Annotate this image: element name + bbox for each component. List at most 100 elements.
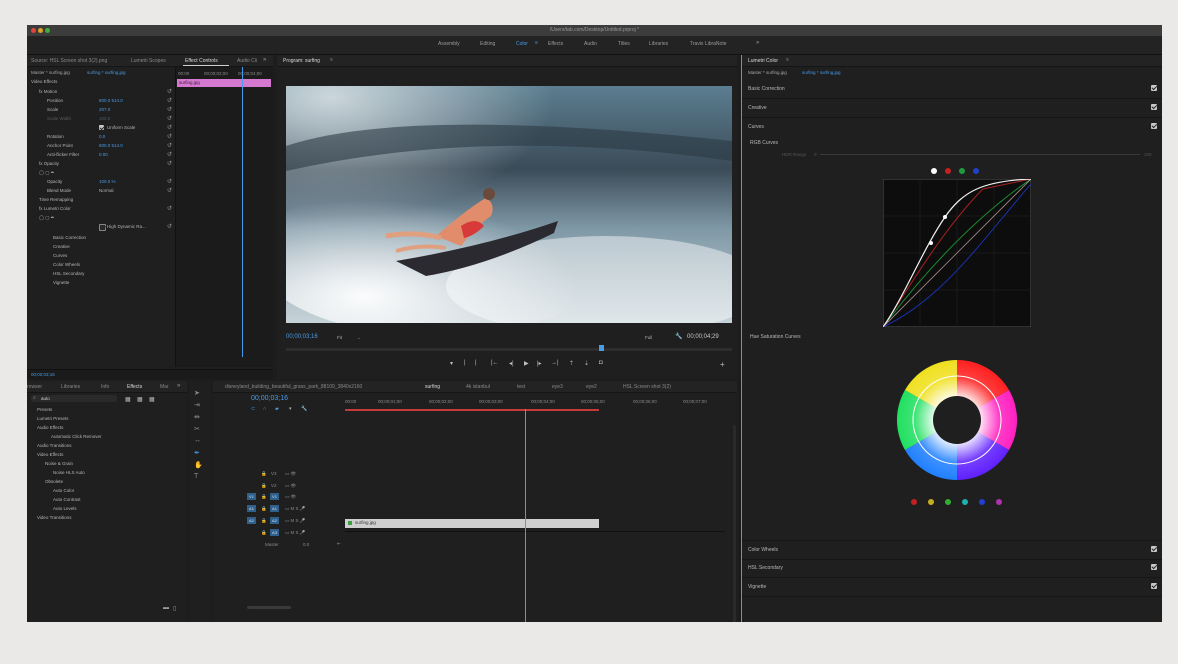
fit-select[interactable]: Fit <box>337 335 342 340</box>
section-basic-correction[interactable]: Basic Correction <box>742 80 1162 99</box>
tree-item[interactable]: Noise HLS Auto <box>53 470 85 475</box>
go-to-in-icon[interactable]: |← <box>491 360 499 366</box>
mask-tools-icon-2[interactable]: ◯ ▢ ✒ <box>39 215 55 221</box>
marker-icon[interactable]: ▾ <box>289 406 292 412</box>
reset-icon[interactable]: ↺ <box>167 142 172 149</box>
breadcrumb-master[interactable]: Master * surfing.jpg <box>31 70 70 75</box>
position-value[interactable]: 800.0 514.0 <box>99 98 123 103</box>
export-frame-icon[interactable]: ◘ <box>599 360 603 366</box>
tree-item[interactable]: Auto Levels <box>53 506 77 511</box>
track-select-tool-icon[interactable]: ⇥ <box>194 401 200 409</box>
track-mute-solo[interactable]: ▭ M S 🎤 <box>285 506 305 512</box>
tab-markers[interactable]: Mar <box>160 384 169 390</box>
program-video-frame[interactable] <box>286 86 732 323</box>
section-creative[interactable]: Creative <box>742 99 1162 118</box>
mask-tools-icon[interactable]: ◯ ▢ ✒ <box>39 170 55 176</box>
new-bin-icon[interactable]: ▦ <box>125 396 131 403</box>
reset-icon[interactable]: ↺ <box>167 124 172 131</box>
ec-color-wheels[interactable]: Color Wheels <box>53 262 80 267</box>
hand-tool-icon[interactable]: ✋ <box>194 461 203 469</box>
opacity-value[interactable]: 100.0 % <box>99 179 116 184</box>
workspace-audio[interactable]: Audio <box>584 41 597 47</box>
hdr-range-slider[interactable] <box>820 154 1140 155</box>
ec-curves[interactable]: Curves <box>53 253 67 258</box>
track-mute-solo[interactable]: ▭ M S 🎤 <box>285 518 305 524</box>
channel-green-dot[interactable] <box>959 168 965 174</box>
yuv-icon[interactable]: ▦ <box>149 396 155 403</box>
ec-basic-correction[interactable]: Basic Correction <box>53 235 86 240</box>
delete-icon[interactable]: ▯ <box>173 605 176 612</box>
vertical-scrollbar[interactable] <box>733 425 736 622</box>
workspace-overflow-icon[interactable]: » <box>756 40 759 46</box>
workspace-editing[interactable]: Editing <box>480 41 495 47</box>
section-hsl-secondary[interactable]: HSL Secondary <box>742 559 1162 578</box>
tree-item[interactable]: Video Transitions <box>37 515 71 520</box>
new-folder-icon[interactable]: ▬ <box>163 605 169 611</box>
ec-timecode[interactable]: 00;00;03;16 <box>31 372 55 377</box>
rgb-curves-label[interactable]: RGB Curves <box>750 140 778 146</box>
track-mute-solo[interactable]: ▭ M S 🎤 <box>285 530 305 536</box>
tree-item[interactable]: Video Effects <box>37 452 63 457</box>
hue-saturation-wheel[interactable] <box>882 345 1032 495</box>
track-lock-icon[interactable]: 🔒 <box>261 530 267 536</box>
tab-sequence-eye3[interactable]: eye3 <box>552 384 563 390</box>
ec-vignette[interactable]: Vignette <box>53 280 69 285</box>
reset-icon[interactable]: ↺ <box>167 205 172 212</box>
tab-libraries[interactable]: Libraries <box>61 384 80 390</box>
track-a3-label[interactable]: A3 <box>270 529 279 536</box>
ripple-edit-tool-icon[interactable]: ⇹ <box>194 413 200 421</box>
snap-icon[interactable]: ⊂ <box>251 406 255 412</box>
tree-item[interactable]: Auto Contrast <box>53 497 81 502</box>
tab-program[interactable]: Program: surfing <box>283 58 320 64</box>
reset-icon[interactable]: ↺ <box>167 178 172 185</box>
tree-item[interactable]: Noise & Grain <box>45 461 73 466</box>
breadcrumb-clip[interactable]: surfing * surfing.jpg <box>87 70 126 75</box>
lift-icon[interactable]: ⇡ <box>569 360 574 367</box>
hue-magenta-point[interactable] <box>996 499 1002 505</box>
v1-clip[interactable]: surfing.jpg <box>345 519 599 528</box>
opacity-effect[interactable]: fx Opacity <box>39 161 59 166</box>
hue-cyan-point[interactable] <box>962 499 968 505</box>
program-scrubber[interactable] <box>286 345 732 351</box>
rgb-curve-graph[interactable] <box>883 179 1031 327</box>
tab-sequence-test[interactable]: test <box>517 384 525 390</box>
blend-mode-select[interactable]: Normal <box>99 188 114 193</box>
reset-icon[interactable]: ↺ <box>167 115 172 122</box>
ec-clip-bar[interactable]: surfing.jpg <box>177 79 271 87</box>
section-curves[interactable]: Curves <box>742 118 1162 136</box>
tab-effect-controls[interactable]: Effect Controls <box>185 58 218 64</box>
source-patch-v1[interactable]: V1 <box>247 493 256 500</box>
tab-info[interactable]: Info <box>101 384 109 390</box>
workspace-travis[interactable]: Travis LibraNote <box>690 41 727 47</box>
zoom-scrollbar[interactable] <box>247 606 291 609</box>
extract-icon[interactable]: ⇣ <box>584 360 589 367</box>
program-playhead[interactable] <box>599 345 604 351</box>
track-output-icon[interactable]: ▭ 👁 <box>285 471 296 477</box>
hue-blue-point[interactable] <box>979 499 985 505</box>
tab-effects[interactable]: Effects <box>127 384 142 390</box>
lumetri-breadcrumb-clip[interactable]: surfing * surfing.jpg <box>802 70 841 75</box>
lumetri-color-effect[interactable]: fx Lumetri Color <box>39 206 71 211</box>
tab-sequence-istanbul[interactable]: 4k istanbul <box>466 384 490 390</box>
selection-tool-icon[interactable]: ➤ <box>194 389 200 397</box>
reset-icon[interactable]: ↺ <box>167 88 172 95</box>
channel-red-dot[interactable] <box>945 168 951 174</box>
reset-icon[interactable]: ↺ <box>167 160 172 167</box>
tab-sequence-eye2[interactable]: eye2 <box>586 384 597 390</box>
tab-sequence-disneyland[interactable]: disneyland_building_beautiful_grass_park… <box>225 384 362 390</box>
scale-value[interactable]: 207.0 <box>99 107 110 112</box>
timeline-timecode[interactable]: 00;00;03;16 <box>251 395 288 402</box>
anchor-point-value[interactable]: 800.0 514.0 <box>99 143 123 148</box>
tree-item[interactable]: Lumetri Presets <box>37 416 69 421</box>
master-volume[interactable]: 0.0 <box>303 542 309 547</box>
workspace-effects[interactable]: Effects <box>548 41 563 47</box>
track-lock-icon[interactable]: 🔒 <box>261 471 267 477</box>
ec-hsl-secondary[interactable]: HSL Secondary <box>53 271 84 276</box>
program-timecode[interactable]: 00;00;03;16 <box>286 334 318 340</box>
channel-luma-dot[interactable] <box>931 168 937 174</box>
timeline-settings-icon[interactable]: 🔧 <box>301 406 307 412</box>
track-a1-label[interactable]: A1 <box>270 505 279 512</box>
motion-effect[interactable]: fx Motion <box>39 89 57 94</box>
tree-item[interactable]: Auto Color <box>53 488 74 493</box>
track-output-icon[interactable]: ▭ 👁 <box>285 494 296 500</box>
